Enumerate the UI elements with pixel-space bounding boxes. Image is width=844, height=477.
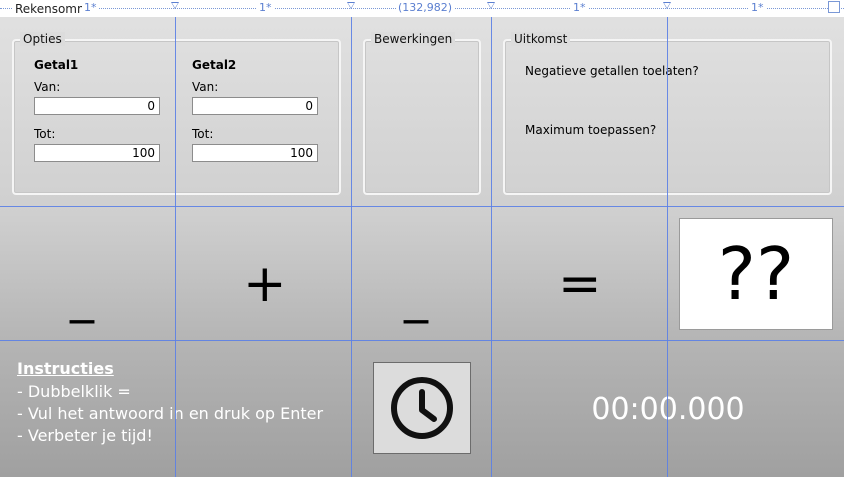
answer-box[interactable]: ?? bbox=[679, 218, 833, 330]
getal2-heading: Getal2 bbox=[192, 58, 237, 72]
timer-button[interactable] bbox=[373, 362, 471, 454]
grid-column-divider-3 bbox=[491, 17, 492, 477]
instruction-line-2: - Vul het antwoord in en druk op Enter bbox=[17, 404, 324, 423]
grid-column-divider-1 bbox=[175, 17, 176, 477]
ruler-label-col5: 1* bbox=[749, 1, 766, 15]
bewerkingen-groupbox: Bewerkingen bbox=[363, 32, 481, 195]
getal1-heading: Getal1 bbox=[34, 58, 79, 72]
operand1-blank[interactable]: _ bbox=[70, 272, 94, 320]
bewerkingen-title: Bewerkingen bbox=[371, 32, 456, 46]
ruler-label-col2: 1* bbox=[257, 1, 274, 15]
getal2-tot-label: Tot: bbox=[192, 127, 214, 141]
ruler-marker-2[interactable] bbox=[347, 2, 355, 9]
getal2-van-label: Van: bbox=[192, 80, 219, 94]
main-window: Rekensomm 1* 1* (132,982) 1* 1* Opties G… bbox=[0, 0, 844, 477]
ruler-label-col4: 1* bbox=[571, 1, 588, 15]
ruler-marker-4[interactable] bbox=[663, 2, 671, 9]
getal2-van-input[interactable] bbox=[192, 97, 318, 115]
column-ruler: Rekensomm 1* 1* (132,982) 1* 1* bbox=[0, 0, 844, 17]
window-title: Rekensomm bbox=[12, 2, 92, 16]
getal1-tot-label: Tot: bbox=[34, 127, 56, 141]
ruler-end-box[interactable] bbox=[828, 1, 840, 13]
getal1-van-input[interactable] bbox=[34, 97, 160, 115]
ruler-label-col3: (132,982) bbox=[396, 1, 455, 15]
instruction-line-3: - Verbeter je tijd! bbox=[17, 426, 153, 445]
instructions-title: Instructies bbox=[17, 359, 114, 378]
getal2-tot-input[interactable] bbox=[192, 144, 318, 162]
grid-row-divider-2 bbox=[0, 340, 844, 341]
opties-title: Opties bbox=[20, 32, 65, 46]
operand2-blank[interactable]: _ bbox=[404, 272, 428, 320]
grid-column-divider-2 bbox=[351, 17, 352, 477]
grid-column-divider-4 bbox=[667, 17, 668, 477]
grid-row-divider-1 bbox=[0, 206, 844, 207]
ruler-marker-1[interactable] bbox=[171, 2, 179, 9]
clock-icon bbox=[391, 377, 453, 439]
getal1-van-label: Van: bbox=[34, 80, 61, 94]
operator-sign[interactable]: + bbox=[243, 258, 287, 310]
getal1-tot-input[interactable] bbox=[34, 144, 160, 162]
option-maximum[interactable]: Maximum toepassen? bbox=[525, 123, 656, 137]
uitkomst-title: Uitkomst bbox=[511, 32, 571, 46]
ruler-marker-3[interactable] bbox=[487, 2, 495, 9]
ruler-label-col1: 1* bbox=[82, 1, 99, 15]
option-negative-numbers[interactable]: Negatieve getallen toelaten? bbox=[525, 64, 699, 78]
instruction-line-1: - Dubbelklik = bbox=[17, 382, 131, 401]
timer-display: 00:00.000 bbox=[591, 392, 745, 427]
equals-sign: = bbox=[558, 254, 602, 314]
